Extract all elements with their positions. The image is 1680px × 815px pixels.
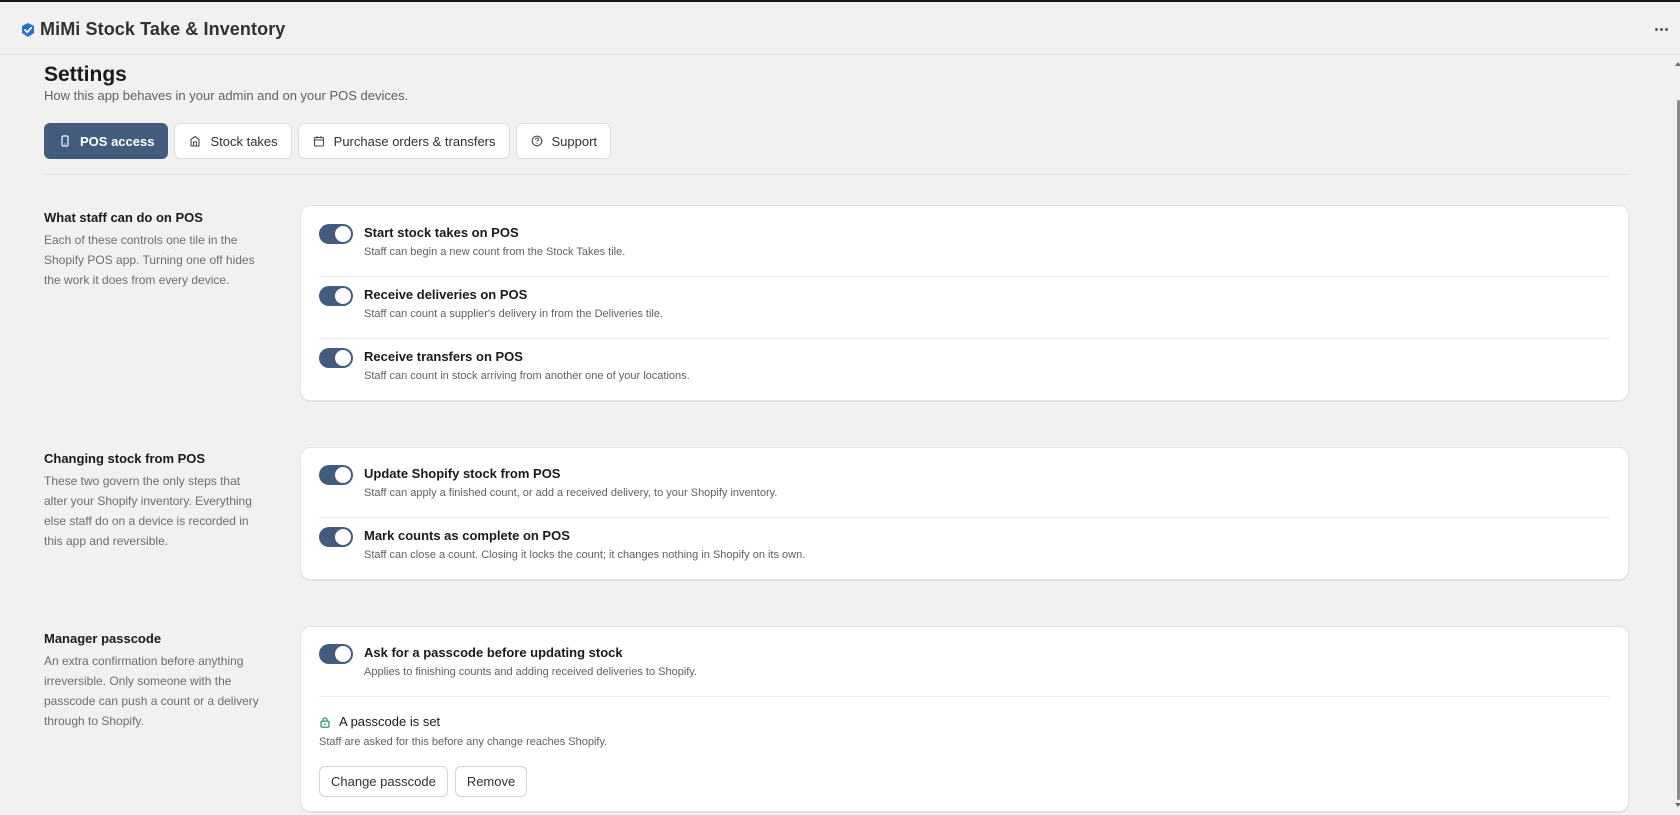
scroll-up-arrow[interactable] (1675, 62, 1680, 66)
pos-staff-card: Start stock takes on POS Staff can begin… (300, 205, 1629, 401)
setting-title: Start stock takes on POS (364, 225, 519, 240)
question-circle-icon (530, 134, 544, 148)
clipboard-icon (188, 134, 202, 148)
setting-receive-deliveries: Receive deliveries on POS Staff can coun… (319, 286, 1610, 339)
page-title: Settings (44, 63, 127, 86)
setting-description: Applies to finishing counts and adding r… (364, 666, 698, 678)
toggle-mark-counts-complete[interactable] (319, 527, 353, 547)
calendar-icon (312, 134, 326, 148)
mobile-icon (58, 134, 72, 148)
setting-ask-passcode: Ask for a passcode before updating stock… (319, 644, 1610, 697)
cube-check-icon (20, 22, 36, 38)
settings-tabs: POS access Stock takes Purchase orders &… (44, 123, 612, 159)
toggle-start-stock-takes[interactable] (319, 224, 353, 244)
setting-title: Receive deliveries on POS (364, 287, 528, 302)
setting-update-shopify-stock: Update Shopify stock from POS Staff can … (319, 465, 1610, 518)
section-description: An extra confirmation before anything ir… (44, 654, 259, 728)
toggle-receive-transfers[interactable] (319, 348, 353, 368)
passcode-actions: Change passcode Remove (319, 766, 528, 797)
toggle-receive-deliveries[interactable] (319, 286, 353, 306)
manager-passcode-card: Ask for a passcode before updating stock… (300, 626, 1629, 812)
change-passcode-button[interactable]: Change passcode (319, 766, 448, 797)
tab-label: POS access (80, 133, 155, 149)
setting-title: Mark counts as complete on POS (364, 528, 570, 543)
tab-label: Stock takes (210, 133, 278, 149)
setting-title: Update Shopify stock from POS (364, 466, 561, 481)
toggle-ask-passcode[interactable] (319, 644, 353, 664)
section-heading: What staff can do on POS (44, 210, 203, 225)
setting-start-stock-takes: Start stock takes on POS Staff can begin… (319, 224, 1610, 277)
tabs-divider (44, 174, 1629, 175)
passcode-status: A passcode is set (319, 714, 440, 729)
section-description: Each of these controls one tile in the S… (44, 233, 255, 287)
app-title: MiMi Stock Take & Inventory (40, 19, 286, 39)
setting-title: Receive transfers on POS (364, 349, 523, 364)
toggle-update-shopify-stock[interactable] (319, 465, 353, 485)
changing-stock-card: Update Shopify stock from POS Staff can … (300, 447, 1629, 580)
page-subtitle: How this app behaves in your admin and o… (44, 88, 409, 103)
tab-label: Purchase orders & transfers (333, 133, 496, 149)
section-pos-staff-info: What staff can do on POS Each of these c… (44, 210, 259, 290)
section-heading: Changing stock from POS (44, 451, 206, 466)
setting-description: Staff can count in stock arriving from a… (364, 370, 690, 382)
app-header: MiMi Stock Take & Inventory (0, 2, 1680, 55)
section-manager-passcode-info: Manager passcode An extra confirmation b… (44, 631, 259, 731)
remove-passcode-button[interactable]: Remove (454, 766, 528, 797)
tab-pos-access[interactable]: POS access (44, 123, 169, 159)
setting-description: Staff can begin a new count from the Sto… (364, 246, 626, 258)
setting-description: Staff can close a count. Closing it lock… (364, 549, 806, 561)
setting-title: Ask for a passcode before updating stock (364, 645, 623, 660)
tab-stock-takes[interactable]: Stock takes (174, 123, 292, 159)
passcode-status-label: A passcode is set (339, 714, 441, 729)
setting-receive-transfers: Receive transfers on POS Staff can count… (319, 348, 1610, 388)
setting-mark-counts-complete: Mark counts as complete on POS Staff can… (319, 527, 1610, 567)
section-heading: Manager passcode (44, 631, 162, 646)
lock-icon (319, 716, 331, 728)
section-description: These two govern the only steps that alt… (44, 474, 252, 548)
tab-support[interactable]: Support (515, 123, 612, 159)
setting-description: Staff can apply a finished count, or add… (364, 487, 778, 499)
scroll-down-arrow[interactable] (1675, 803, 1680, 807)
tab-label: Support (551, 133, 598, 149)
setting-description: Staff can count a supplier's delivery in… (364, 308, 664, 320)
section-changing-stock-info: Changing stock from POS These two govern… (44, 451, 259, 551)
tab-purchase-orders-transfers[interactable]: Purchase orders & transfers (297, 123, 510, 159)
passcode-note: Staff are asked for this before any chan… (319, 736, 608, 748)
ellipsis-icon[interactable] (1649, 17, 1673, 41)
